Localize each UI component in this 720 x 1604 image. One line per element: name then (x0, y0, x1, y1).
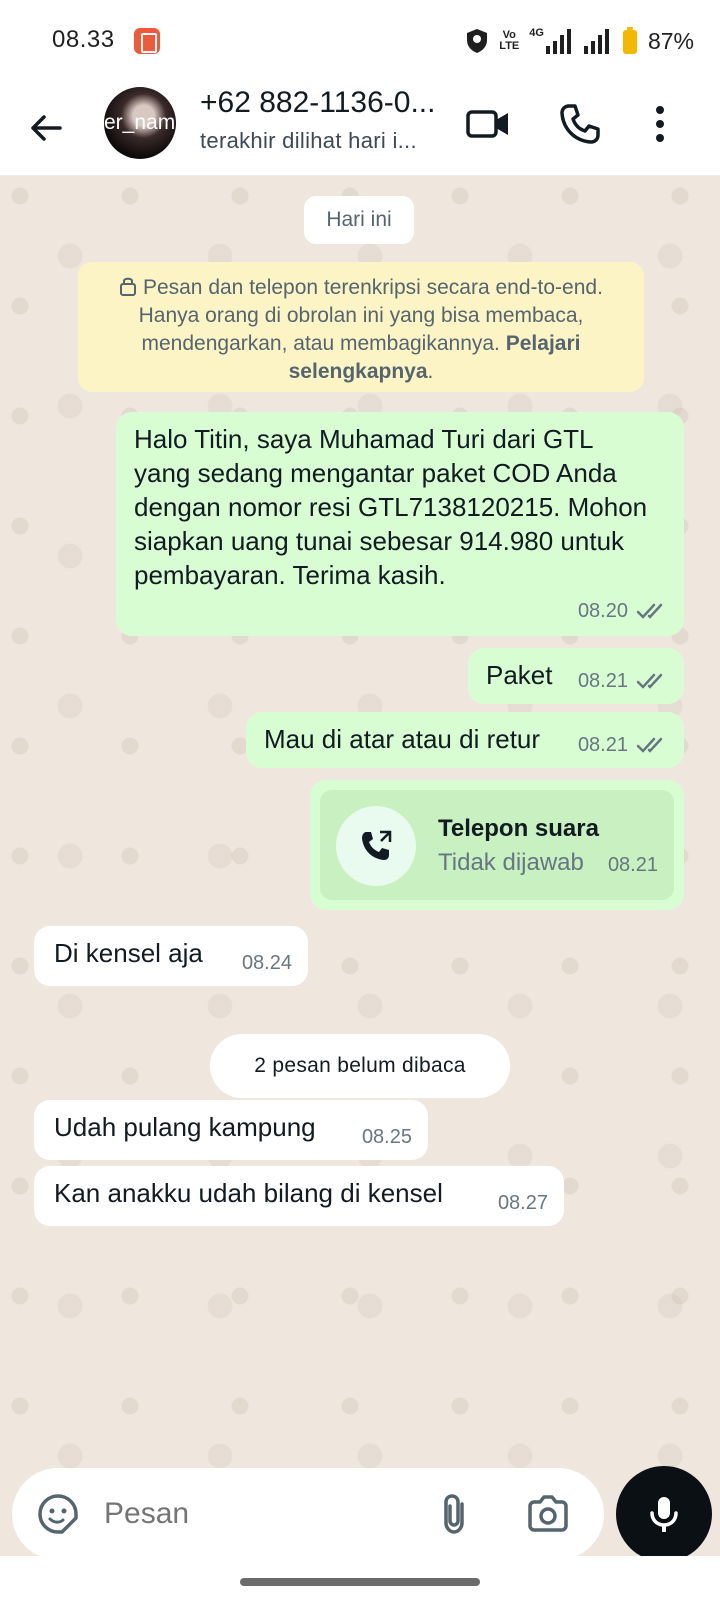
contact-name[interactable]: +62 882-1136-0... (200, 86, 440, 120)
message-bubble-incoming[interactable]: Udah pulang kampung 08.25 (34, 1100, 428, 1160)
message-time: 08.20 (577, 600, 628, 622)
contact-last-seen[interactable]: terakhir dilihat hari i... (200, 128, 440, 154)
message-bubble-incoming[interactable]: Di kensel aja 08.24 (34, 926, 308, 986)
missed-call-card[interactable]: Telepon suara Tidak dijawab 08.21 (320, 790, 674, 900)
message-bubble-outgoing[interactable]: Mau di atar atau di retur 08.21 (246, 712, 684, 768)
call-bubble[interactable]: Telepon suara Tidak dijawab 08.21 (310, 780, 684, 910)
volte-indicator: Vo LTE (499, 29, 520, 52)
location-shield-icon (467, 29, 488, 53)
message-bubble-outgoing[interactable]: Halo Titin, saya Muhamad Turi dari GTL y… (116, 412, 684, 636)
outgoing-call-icon (362, 830, 392, 860)
message-time: 08.24 (241, 952, 292, 974)
message-text: Udah pulang kampung (54, 1112, 316, 1142)
back-arrow-icon[interactable] (24, 106, 68, 150)
video-call-icon[interactable] (464, 100, 512, 148)
status-bar: 08.33 Vo LTE 4G 87% (0, 0, 720, 80)
encryption-notice[interactable]: Pesan dan telepon terenkripsi secara end… (78, 262, 644, 392)
message-text: Di kensel aja (54, 938, 203, 968)
date-chip: Hari ini (304, 196, 414, 244)
chat-area[interactable]: Hari ini Pesan dan telepon terenkripsi s… (0, 176, 720, 1556)
message-bubble-incoming[interactable]: Kan anakku udah bilang di kensel 08.27 (34, 1166, 564, 1226)
phone-icon[interactable] (556, 100, 604, 148)
message-time: 08.27 (497, 1192, 548, 1214)
signal-bars-icon (545, 29, 571, 54)
call-status: Tidak dijawab (438, 849, 584, 876)
message-time: 08.21 (577, 670, 628, 692)
double-check-icon (636, 673, 663, 689)
double-check-icon (636, 737, 663, 753)
contact-avatar[interactable]: er_name (104, 87, 176, 159)
gesture-handle[interactable] (240, 1578, 480, 1586)
message-text: Halo Titin, saya Muhamad Turi dari GTL y… (134, 424, 648, 590)
attach-icon[interactable] (432, 1490, 480, 1538)
message-input[interactable] (104, 1492, 404, 1536)
mic-icon (650, 1497, 678, 1532)
message-bubble-outgoing[interactable]: Paket 08.21 (468, 648, 684, 704)
message-composer (12, 1468, 604, 1560)
message-text: Mau di atar atau di retur (264, 724, 541, 754)
call-time: 08.21 (607, 854, 658, 876)
message-time: 08.25 (361, 1126, 412, 1148)
unread-messages-chip: 2 pesan belum dibaca (210, 1034, 510, 1098)
call-icon-circle (336, 806, 416, 886)
call-title: Telepon suara (438, 815, 599, 842)
message-text: Paket (486, 660, 553, 690)
signal-bars-icon (583, 29, 609, 54)
status-icons: Vo LTE 4G 87% (465, 24, 694, 58)
notification-app-icon (134, 28, 160, 54)
system-navigation-bar (0, 1556, 720, 1604)
status-time: 08.33 (52, 26, 115, 53)
battery-icon (622, 27, 637, 54)
message-time: 08.21 (577, 734, 628, 756)
battery-percentage: 87% (647, 27, 694, 54)
message-text: Kan anakku udah bilang di kensel (54, 1178, 443, 1208)
camera-icon[interactable] (524, 1490, 572, 1538)
avatar-overlay-text: er_name (104, 111, 176, 134)
encryption-suffix: . (427, 360, 434, 383)
more-vert-icon[interactable] (636, 100, 684, 148)
signal-4g-group: 4G (529, 28, 574, 54)
voice-record-button[interactable] (616, 1466, 712, 1562)
chat-header: er_name +62 882-1136-0... terakhir dilih… (0, 80, 720, 176)
sticker-icon[interactable] (34, 1490, 82, 1538)
double-check-icon (636, 603, 663, 619)
lock-icon (120, 277, 137, 296)
